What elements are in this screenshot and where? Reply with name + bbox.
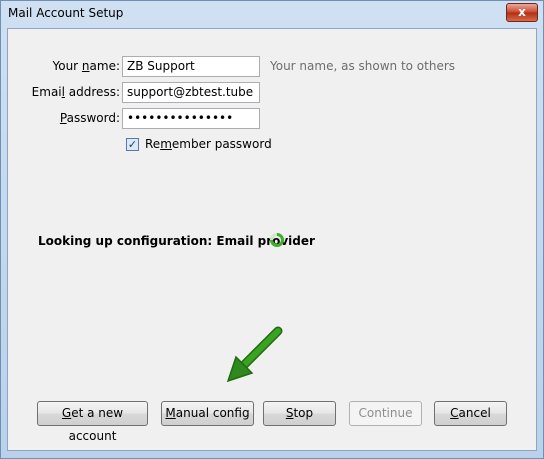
label-text: address: xyxy=(64,85,120,99)
cancel-button[interactable]: Cancel xyxy=(434,401,507,426)
email-address-input[interactable]: support@zbtest.tube xyxy=(122,82,260,103)
button-accelerator: G xyxy=(61,406,72,420)
button-accelerator: M xyxy=(165,406,176,420)
spinner-icon xyxy=(270,233,284,247)
password-label: Password: xyxy=(0,111,120,125)
label-text: Re xyxy=(145,137,161,151)
close-icon: x xyxy=(518,5,526,19)
your-name-label: Your name: xyxy=(0,59,120,73)
label-text: Your xyxy=(52,59,82,73)
close-button[interactable]: x xyxy=(506,3,538,22)
label-accelerator: P xyxy=(59,111,67,125)
remember-password-label[interactable]: Remember password xyxy=(145,137,272,151)
label-accelerator: n xyxy=(81,59,90,73)
button-text: et a new account xyxy=(68,406,124,443)
mail-account-setup-window: Mail Account Setup x Your name: ZB Suppo… xyxy=(0,0,544,459)
label-text: assword: xyxy=(66,111,120,125)
label-text: ember password xyxy=(171,137,272,151)
window-title: Mail Account Setup xyxy=(8,6,124,20)
password-input[interactable]: ••••••••••••••• xyxy=(122,108,260,129)
label-text: ame: xyxy=(89,59,120,73)
label-accelerator: m xyxy=(160,137,172,151)
your-name-hint: Your name, as shown to others xyxy=(270,59,456,73)
label-text: Emai xyxy=(31,85,62,99)
stop-button[interactable]: Stop xyxy=(263,401,336,426)
button-text: ancel xyxy=(458,406,491,420)
your-name-input[interactable]: ZB Support xyxy=(122,56,260,77)
button-text: top xyxy=(293,406,314,420)
title-bar[interactable]: Mail Account Setup x xyxy=(1,1,543,28)
dialog-content: Your name: ZB Support Your name, as show… xyxy=(7,28,537,451)
get-new-account-button[interactable]: Get a new account xyxy=(37,401,148,443)
button-text: anual config xyxy=(175,406,250,420)
button-accelerator: C xyxy=(450,406,459,420)
remember-password-checkbox[interactable]: ✓ xyxy=(126,138,139,151)
manual-config-button[interactable]: Manual config xyxy=(161,401,254,426)
continue-button[interactable]: Continue xyxy=(349,401,422,426)
email-address-label: Email address: xyxy=(0,85,120,99)
checkmark-icon: ✓ xyxy=(127,138,138,151)
arrow-icon xyxy=(226,326,283,383)
